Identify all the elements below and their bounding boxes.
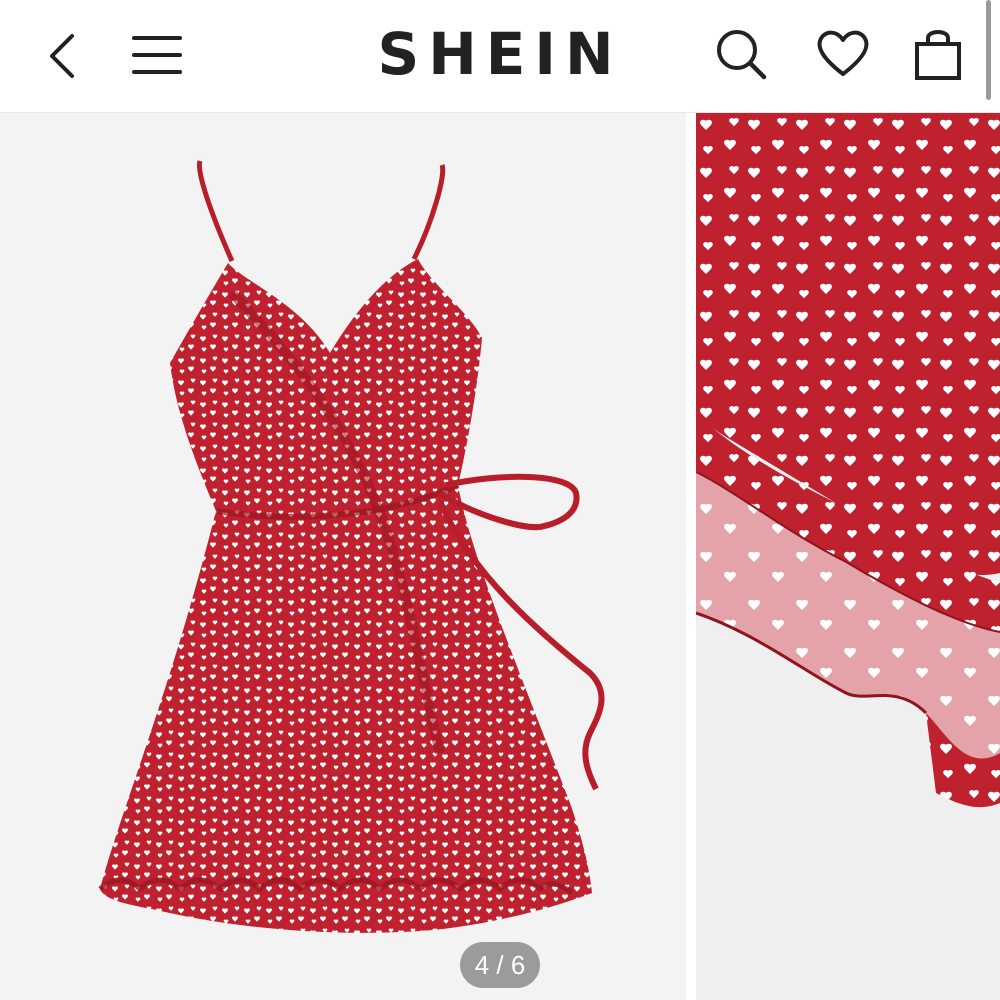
shopping-bag-icon[interactable]: [910, 24, 966, 82]
top-nav-bar: SHEIN: [0, 0, 1000, 113]
product-image-detail[interactable]: [696, 113, 1000, 1000]
brand-logo[interactable]: SHEIN: [360, 18, 640, 90]
search-icon[interactable]: [712, 26, 770, 82]
product-image-gallery[interactable]: [0, 113, 1000, 1000]
image-counter-badge: 4 / 6: [460, 942, 540, 988]
scrollbar-thumb[interactable]: [986, 0, 991, 100]
gallery-divider: [686, 113, 696, 1000]
hamburger-menu-icon[interactable]: [130, 32, 184, 78]
wishlist-heart-icon[interactable]: [814, 26, 872, 80]
product-image-dress[interactable]: [0, 113, 686, 1000]
back-chevron-icon[interactable]: [44, 30, 84, 82]
